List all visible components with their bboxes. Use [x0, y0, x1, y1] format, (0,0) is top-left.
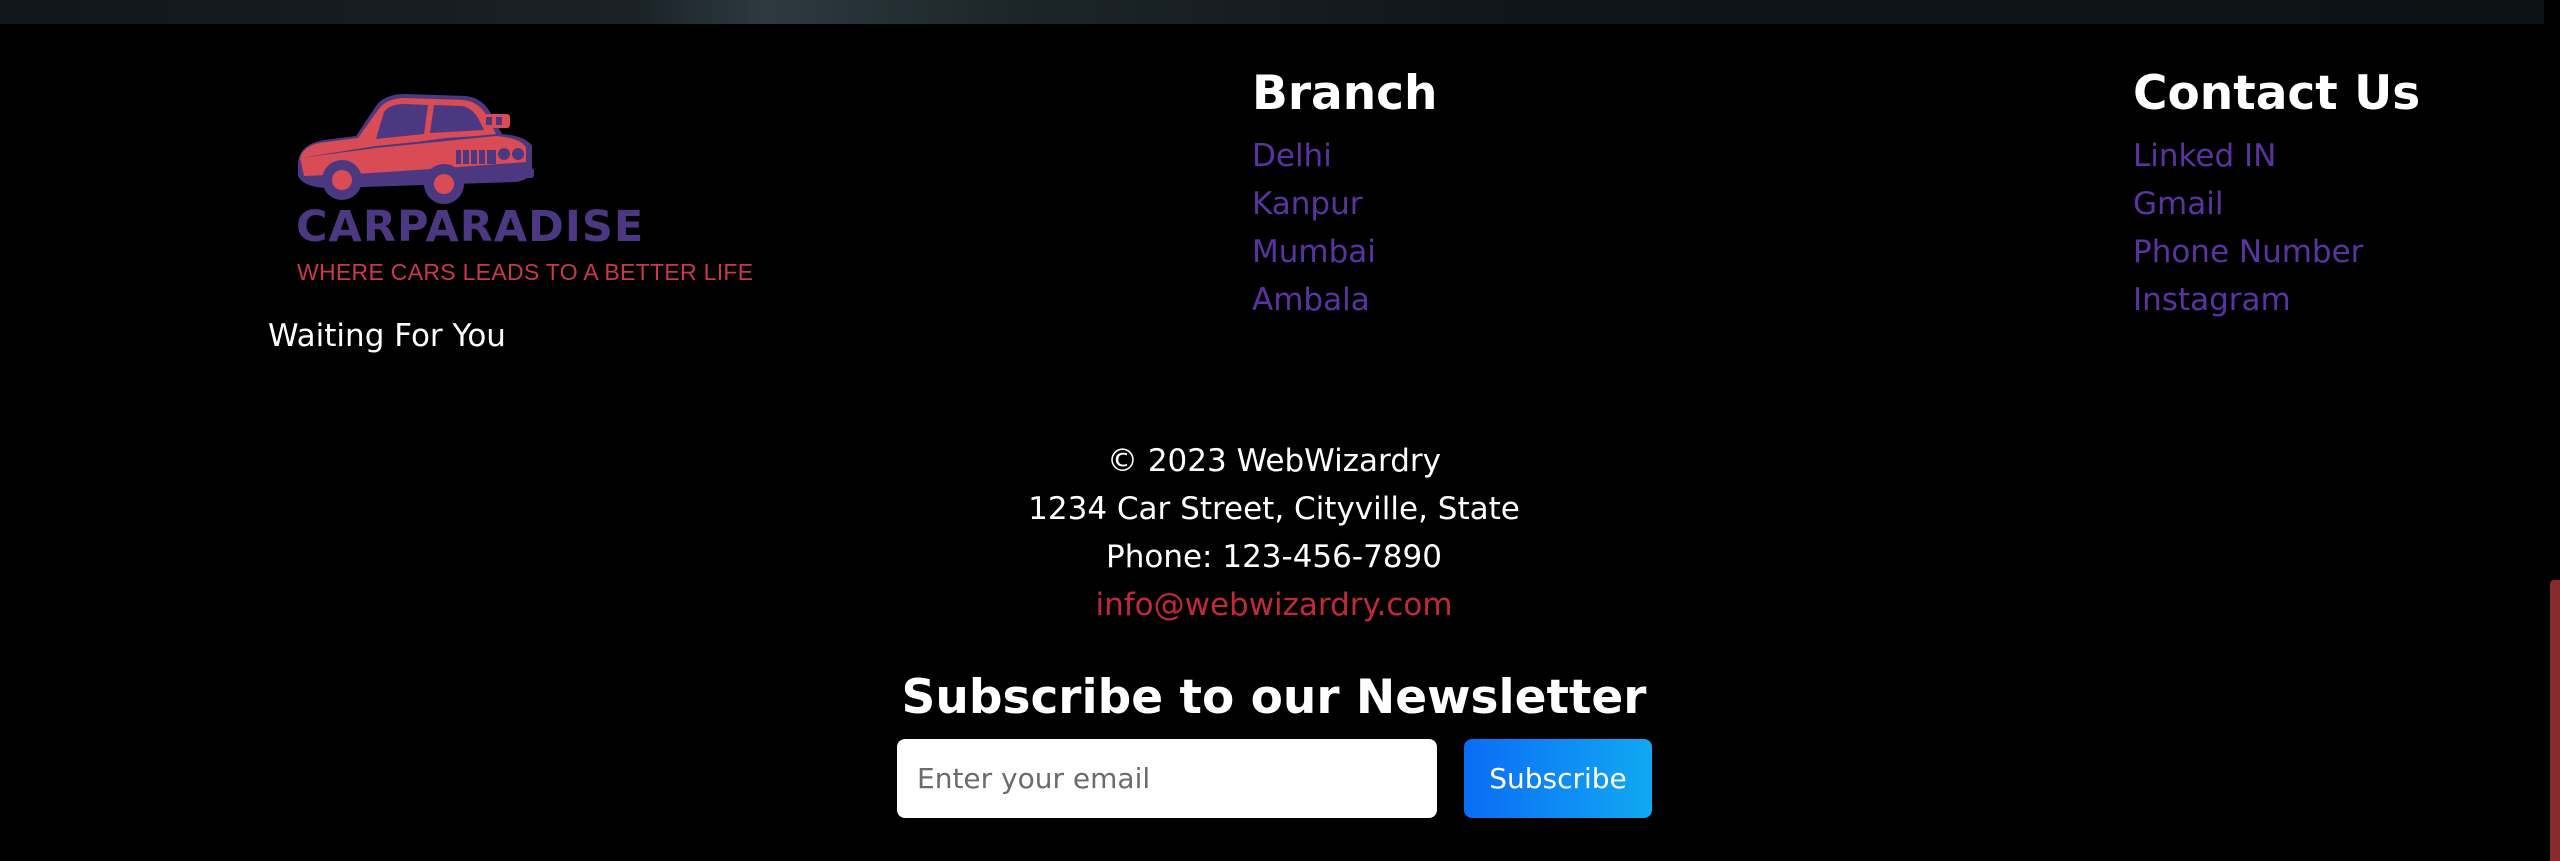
branch-column: Branch Delhi Kanpur Mumbai Ambala [1252, 68, 1438, 324]
scrollbar-thumb[interactable] [2550, 580, 2560, 861]
newsletter-email-input[interactable] [897, 739, 1437, 818]
company-info: © 2023 WebWizardry 1234 Car Street, City… [0, 437, 2548, 629]
contact-link-phone[interactable]: Phone Number [2133, 228, 2420, 276]
brand-name: CARPARADISE [296, 202, 645, 252]
contact-link-linkedin[interactable]: Linked IN [2133, 132, 2420, 180]
footer-page: CARPARADISE WHERE CARS LEADS TO A BETTER… [0, 0, 2560, 861]
email-link[interactable]: info@webwizardry.com [1095, 587, 1452, 623]
subscribe-button[interactable]: Subscribe [1464, 739, 1652, 818]
brand-caption: Waiting For You [268, 318, 506, 354]
branch-link-kanpur[interactable]: Kanpur [1252, 180, 1438, 228]
address-text: 1234 Car Street, Cityville, State [1028, 491, 1520, 527]
branch-link-ambala[interactable]: Ambala [1252, 276, 1438, 324]
contact-link-instagram[interactable]: Instagram [2133, 276, 2420, 324]
branch-link-delhi[interactable]: Delhi [1252, 132, 1438, 180]
hero-image-bottom-edge [0, 0, 2544, 24]
contact-title: Contact Us [2133, 66, 2421, 121]
brand-tagline: WHERE CARS LEADS TO A BETTER LIFE [297, 259, 754, 285]
contact-column: Contact Us Linked IN Gmail Phone Number … [2133, 68, 2420, 324]
branch-link-mumbai[interactable]: Mumbai [1252, 228, 1438, 276]
contact-link-gmail[interactable]: Gmail [2133, 180, 2420, 228]
copyright-text: © 2023 WebWizardry [1106, 443, 1441, 479]
branch-title: Branch [1252, 66, 1438, 121]
page-scrollbar[interactable] [2544, 0, 2560, 861]
phone-text: Phone: 123-456-7890 [1106, 539, 1442, 575]
newsletter-title: Subscribe to our Newsletter [901, 670, 1647, 725]
